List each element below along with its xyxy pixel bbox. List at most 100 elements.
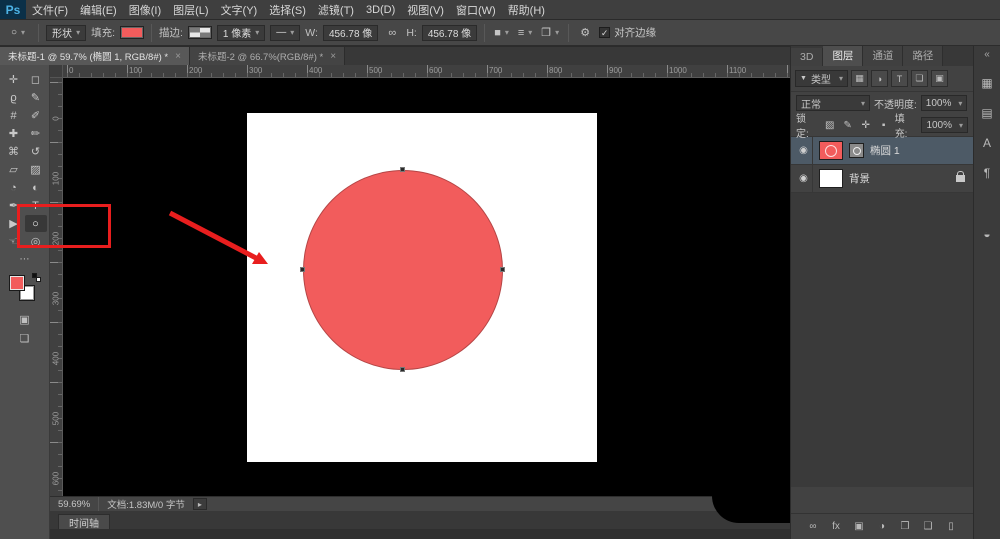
color-panel-icon[interactable]: ▦ bbox=[977, 72, 998, 93]
history-brush-tool[interactable]: ↺ bbox=[25, 143, 47, 160]
menu-item-view[interactable]: 视图(V) bbox=[401, 0, 450, 19]
align-edges-checkbox[interactable]: ✓ 对齐边缘 bbox=[599, 25, 656, 40]
quick-mask-button[interactable]: ▣ bbox=[19, 313, 29, 326]
gear-button[interactable]: ⚙ bbox=[576, 24, 594, 42]
link-layers-icon[interactable]: ∞ bbox=[807, 521, 820, 532]
character-panel-icon[interactable]: A bbox=[977, 132, 998, 153]
type-layers-filter-icon[interactable]: T bbox=[891, 70, 908, 87]
expand-panels-icon[interactable]: « bbox=[984, 49, 990, 63]
tool-mode-select[interactable]: 形状 ▾ bbox=[46, 25, 86, 41]
tab-timeline[interactable]: 时间轴 bbox=[58, 514, 110, 529]
menu-item-image[interactable]: 图像(I) bbox=[123, 0, 167, 19]
document-canvas[interactable] bbox=[247, 113, 597, 462]
filter-kind-select[interactable]: ▼ 类型 ▾ bbox=[795, 70, 848, 87]
close-icon[interactable]: × bbox=[175, 51, 181, 62]
tab-layers[interactable]: 图层 bbox=[823, 45, 863, 66]
canvas-viewport[interactable] bbox=[63, 78, 790, 496]
vector-mask-thumbnail[interactable] bbox=[849, 143, 864, 158]
path-alignment-button[interactable]: ≡ ▾ bbox=[516, 24, 534, 42]
visibility-eye-icon[interactable]: ◉ bbox=[795, 165, 813, 192]
healing-brush-tool[interactable]: ✚ bbox=[3, 125, 25, 142]
shape-layers-filter-icon[interactable]: ❏ bbox=[911, 70, 928, 87]
layer-name[interactable]: 背景 bbox=[849, 171, 870, 186]
close-icon[interactable]: × bbox=[330, 51, 336, 62]
swatches-panel-icon[interactable]: ▤ bbox=[977, 102, 998, 123]
path-anchor-right[interactable] bbox=[500, 267, 505, 272]
lock-image-pixels-icon[interactable]: ✎ bbox=[841, 120, 855, 131]
move-tool[interactable]: ✛ bbox=[3, 71, 25, 88]
adjustment-layers-filter-icon[interactable]: ◑ bbox=[871, 70, 888, 87]
stroke-width-input[interactable]: 1 像素 ▾ bbox=[217, 25, 265, 41]
layer-style-icon[interactable]: fx bbox=[830, 521, 843, 532]
properties-panel-icon[interactable]: ◒ bbox=[977, 223, 998, 244]
status-options-button[interactable]: ▸ bbox=[193, 498, 207, 510]
lock-transparent-pixels-icon[interactable]: ▨ bbox=[823, 120, 837, 131]
blur-tool[interactable]: ◔ bbox=[3, 179, 25, 196]
crop-tool[interactable]: # bbox=[3, 107, 25, 124]
edit-toolbar-icon[interactable]: ⋯ bbox=[0, 254, 49, 265]
default-colors-icon[interactable] bbox=[32, 273, 41, 282]
eraser-tool[interactable]: ▱ bbox=[3, 161, 25, 178]
lock-all-icon[interactable]: ▪ bbox=[877, 120, 891, 131]
stroke-color-swatch[interactable] bbox=[188, 26, 212, 39]
menu-item-select[interactable]: 选择(S) bbox=[263, 0, 312, 19]
path-anchor-left[interactable] bbox=[300, 267, 305, 272]
timeline-track-area[interactable] bbox=[50, 529, 790, 539]
tab-3d[interactable]: 3D bbox=[791, 48, 823, 66]
blend-mode-select[interactable]: 正常 ▾ bbox=[796, 95, 870, 111]
smart-object-filter-icon[interactable]: ▣ bbox=[931, 70, 948, 87]
eyedropper-tool[interactable]: ✐ bbox=[25, 107, 47, 124]
dodge-tool[interactable]: ◐ bbox=[25, 179, 47, 196]
new-layer-icon[interactable]: ❑ bbox=[922, 521, 935, 532]
menu-item-filter[interactable]: 滤镜(T) bbox=[312, 0, 360, 19]
zoom-level-field[interactable]: 59.69% bbox=[50, 499, 98, 510]
new-adjustment-layer-icon[interactable]: ◑ bbox=[876, 521, 889, 532]
lasso-tool[interactable]: ϱ bbox=[3, 89, 25, 106]
document-tab-1[interactable]: 未标题-1 @ 59.7% (椭圆 1, RGB/8#) * × bbox=[0, 47, 190, 65]
menu-item-layer[interactable]: 图层(L) bbox=[167, 0, 214, 19]
menu-item-help[interactable]: 帮助(H) bbox=[502, 0, 551, 19]
visibility-eye-icon[interactable]: ◉ bbox=[795, 137, 813, 164]
layer-row-background[interactable]: ◉ 背景 bbox=[791, 165, 973, 193]
foreground-color-swatch[interactable] bbox=[9, 275, 25, 291]
menu-item-3d[interactable]: 3D(D) bbox=[360, 0, 401, 19]
rectangular-marquee-tool[interactable]: ◻ bbox=[25, 71, 47, 88]
path-arrange-button[interactable]: ❐ ▾ bbox=[539, 24, 561, 42]
layer-name[interactable]: 椭圆 1 bbox=[870, 143, 900, 158]
vertical-ruler[interactable]: 0 100 200 300 400 500 600 bbox=[50, 78, 63, 496]
fill-color-swatch[interactable] bbox=[120, 26, 144, 39]
fill-field[interactable]: 100% ▾ bbox=[921, 117, 968, 133]
delete-layer-icon[interactable]: ▯ bbox=[945, 521, 958, 532]
shape-height-input[interactable]: 456.78 像 bbox=[422, 25, 477, 41]
ellipse-shape[interactable] bbox=[303, 170, 503, 370]
lock-position-icon[interactable]: ✛ bbox=[859, 120, 873, 131]
menu-item-file[interactable]: 文件(F) bbox=[26, 0, 74, 19]
link-dimensions-icon[interactable]: ∞ bbox=[383, 24, 401, 42]
layer-thumbnail[interactable] bbox=[819, 141, 843, 160]
paragraph-panel-icon[interactable]: ¶ bbox=[977, 162, 998, 183]
quick-selection-tool[interactable]: ✎ bbox=[25, 89, 47, 106]
pixel-layers-filter-icon[interactable]: ▦ bbox=[851, 70, 868, 87]
path-anchor-bottom[interactable] bbox=[400, 367, 405, 372]
clone-stamp-tool[interactable]: ⌘ bbox=[3, 143, 25, 160]
stroke-style-select[interactable]: — ▾ bbox=[270, 25, 300, 41]
add-layer-mask-icon[interactable]: ▣ bbox=[853, 521, 866, 532]
path-operations-button[interactable]: ■ ▾ bbox=[492, 24, 511, 42]
shape-width-input[interactable]: 456.78 像 bbox=[323, 25, 378, 41]
gradient-tool[interactable]: ▨ bbox=[25, 161, 47, 178]
menu-item-edit[interactable]: 编辑(E) bbox=[74, 0, 123, 19]
ruler-origin-corner[interactable] bbox=[50, 65, 63, 78]
brush-tool[interactable]: ✏ bbox=[25, 125, 47, 142]
tool-preset-picker[interactable]: ○ ▾ bbox=[5, 25, 31, 41]
new-group-icon[interactable]: ❒ bbox=[899, 521, 912, 532]
layer-row-ellipse-1[interactable]: ◉ 椭圆 1 bbox=[791, 137, 973, 165]
menu-item-type[interactable]: 文字(Y) bbox=[215, 0, 264, 19]
layer-thumbnail[interactable] bbox=[819, 169, 843, 188]
tab-paths[interactable]: 路径 bbox=[903, 45, 943, 66]
menu-item-window[interactable]: 窗口(W) bbox=[450, 0, 502, 19]
horizontal-ruler[interactable]: 0 100 200 300 400 500 600 700 800 900 10… bbox=[63, 65, 790, 78]
path-anchor-top[interactable] bbox=[400, 167, 405, 172]
screen-mode-button[interactable]: ❏ bbox=[20, 332, 30, 345]
tab-channels[interactable]: 通道 bbox=[863, 45, 903, 66]
opacity-field[interactable]: 100% ▾ bbox=[921, 95, 968, 111]
